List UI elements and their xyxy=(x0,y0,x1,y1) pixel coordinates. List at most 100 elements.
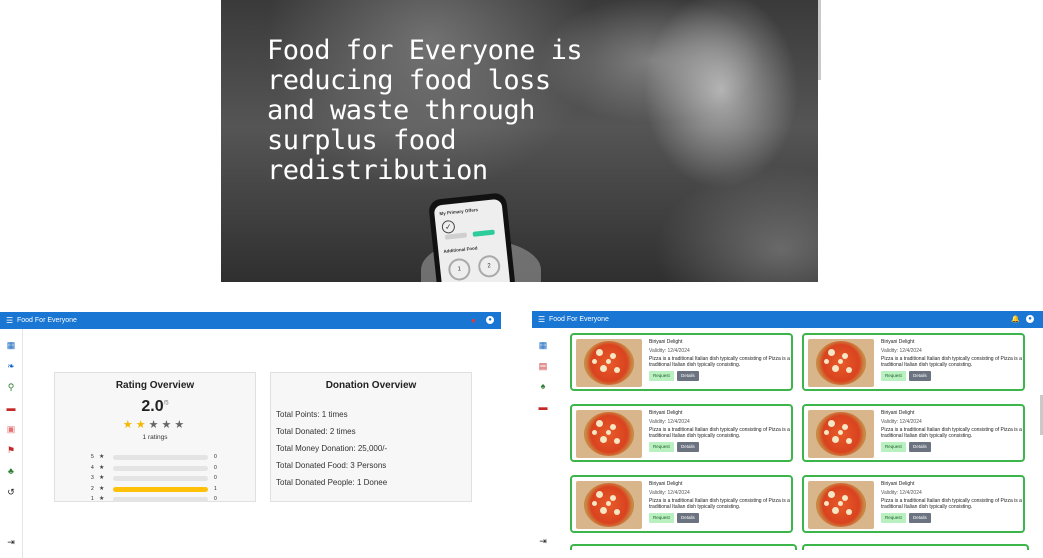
request-button[interactable]: Request xyxy=(881,513,906,523)
food-list-panel: ☰ Food For Everyone 🔔 ● ⇥ ▦ ▤ ♠ ▬ Biriyani … xyxy=(532,311,1043,557)
request-button[interactable]: Request xyxy=(649,513,674,523)
pizza-image xyxy=(576,481,642,529)
pizza-topping xyxy=(824,359,829,364)
pizza-topping xyxy=(832,365,839,372)
details-button[interactable]: Details xyxy=(909,513,931,523)
food-card[interactable]: Biriyani Delight Validity: 12/4/2024 Pizza… xyxy=(802,475,1025,533)
pizza-image xyxy=(576,339,642,387)
food-box-icon[interactable]: ▤ xyxy=(537,360,549,372)
details-button[interactable]: Details xyxy=(677,513,699,523)
rating-row-stars: 2 xyxy=(91,485,94,492)
star-icon: ★ xyxy=(99,496,105,502)
plant-icon[interactable]: ♠ xyxy=(537,380,549,392)
star-filled-icon: ★ xyxy=(135,419,149,431)
phone-ring-1: 1 xyxy=(447,257,472,282)
rating-row: 2 ★ 1 xyxy=(91,485,221,493)
request-button[interactable]: Request xyxy=(881,371,906,381)
details-button[interactable]: Details xyxy=(909,371,931,381)
menu-icon[interactable]: ☰ xyxy=(6,312,13,329)
average-rating-suffix: /5 xyxy=(163,400,169,407)
star-filled-icon: ★ xyxy=(122,419,136,431)
food-card[interactable]: Biriyani Delight Validity: 12/4/2024 Pizza… xyxy=(802,404,1025,462)
account-icon[interactable]: ● xyxy=(486,316,494,324)
hero-scrollbar[interactable] xyxy=(818,0,821,80)
pizza-topping xyxy=(838,430,843,435)
rating-row: 1 ★ 0 xyxy=(91,495,221,503)
pizza-topping xyxy=(600,365,607,372)
request-button[interactable]: Request xyxy=(649,371,674,381)
details-button[interactable]: Details xyxy=(677,371,699,381)
logout-icon[interactable]: ⇥ xyxy=(537,535,549,547)
food-name: Biriyani Delight xyxy=(881,410,915,416)
app-title: Food For Everyone xyxy=(549,316,609,323)
map-pin-icon[interactable]: ⚑ xyxy=(5,444,17,456)
food-description: Pizza is a traditional Italian dish typi… xyxy=(881,498,1022,510)
food-card[interactable]: Biriyani Delight Validity: 12/4/2024 Pizza… xyxy=(570,475,793,533)
pizza-topping xyxy=(596,491,603,498)
notification-icon[interactable]: ● xyxy=(471,312,476,329)
pizza-image xyxy=(576,410,642,458)
rating-row-count: 1 xyxy=(214,485,217,492)
rating-bar-track xyxy=(113,497,208,502)
pizza-topping xyxy=(846,367,852,373)
pizza-topping xyxy=(824,501,829,506)
phone-screen-title: My Primary Offers xyxy=(439,207,479,217)
food-card[interactable]: Biriyani Delight Validity: 12/4/2024 Pizza… xyxy=(570,404,793,462)
pizza-topping xyxy=(838,501,843,506)
donation-stat-line: Total Donated People: 1 Donee xyxy=(276,478,388,487)
dashboard-icon[interactable]: ▦ xyxy=(537,339,549,351)
chat-icon[interactable]: ▬ xyxy=(537,401,549,413)
phone-button-grey xyxy=(444,232,468,240)
pizza-topping xyxy=(610,495,616,501)
chat-icon[interactable]: ▬ xyxy=(5,402,17,414)
star-icon: ★ xyxy=(99,464,105,471)
average-rating-value: 2.0 xyxy=(141,398,164,415)
pizza-topping xyxy=(842,424,848,430)
donate-icon[interactable]: ❧ xyxy=(5,360,17,372)
donation-overview-card: Donation Overview Total Points: 1 times T… xyxy=(270,372,472,502)
pizza-topping xyxy=(614,438,620,444)
sidebar: ⇥ ▦ ❧ ⚲ ▬ ▣ ⚑ ♣ ↺ xyxy=(0,329,23,558)
rating-overview-title: Rating Overview xyxy=(115,380,195,391)
gift-icon[interactable]: ♣ xyxy=(5,465,17,477)
details-button[interactable]: Details xyxy=(677,442,699,452)
rating-row-stars: 3 xyxy=(91,475,94,481)
history-icon[interactable]: ↺ xyxy=(5,486,17,498)
pizza-image xyxy=(808,481,874,529)
pizza-topping xyxy=(614,367,620,373)
details-button[interactable]: Details xyxy=(909,442,931,452)
location-icon[interactable]: ⚲ xyxy=(5,381,17,393)
request-button[interactable]: Request xyxy=(881,442,906,452)
food-description: Pizza is a traditional Italian dish typi… xyxy=(649,427,790,439)
food-card[interactable]: Biriyani Delight Validity: 12/4/2024 Pizza… xyxy=(570,333,793,391)
pizza-topping xyxy=(610,353,616,359)
pizza-topping xyxy=(842,495,848,501)
bell-icon[interactable]: 🔔 xyxy=(1011,311,1020,328)
app-bar: ☰ Food For Everyone 🔔 ● xyxy=(532,311,1043,328)
rating-row-count: 0 xyxy=(214,464,217,471)
food-description: Pizza is a traditional Italian dish typi… xyxy=(649,498,790,510)
dashboard-icon[interactable]: ▦ xyxy=(5,339,17,351)
check-icon: ✓ xyxy=(441,219,456,235)
phone-section-title: Additional Food xyxy=(443,245,478,255)
phone-image: My Primary Offers ✓ Additional Food 1 2 xyxy=(427,192,517,282)
rating-row: 5 ★ 0 xyxy=(91,453,221,461)
rating-row-stars: 1 xyxy=(91,496,94,502)
request-button[interactable]: Request xyxy=(649,442,674,452)
pizza-topping xyxy=(592,430,597,435)
account-icon[interactable]: ● xyxy=(1026,315,1034,323)
food-card[interactable]: Biriyani Delight Validity: 12/4/2024 Pizza… xyxy=(802,333,1025,391)
donation-stat-line: Total Money Donation: 25,000/- xyxy=(276,444,388,453)
food-validity: Validity: 12/4/2024 xyxy=(649,419,690,425)
food-card-partial xyxy=(570,544,797,550)
pizza-topping xyxy=(610,424,616,430)
donation-stat-line: Total Donated: 2 times xyxy=(276,427,356,436)
calendar-icon[interactable]: ▣ xyxy=(5,423,17,435)
pizza-topping xyxy=(832,507,839,514)
pizza-topping xyxy=(592,359,597,364)
food-validity: Validity: 12/4/2024 xyxy=(881,348,922,354)
logout-icon[interactable]: ⇥ xyxy=(5,536,17,548)
menu-icon[interactable]: ☰ xyxy=(538,311,545,328)
star-rating: ★★★★★ xyxy=(55,418,255,431)
pizza-topping xyxy=(596,420,603,427)
